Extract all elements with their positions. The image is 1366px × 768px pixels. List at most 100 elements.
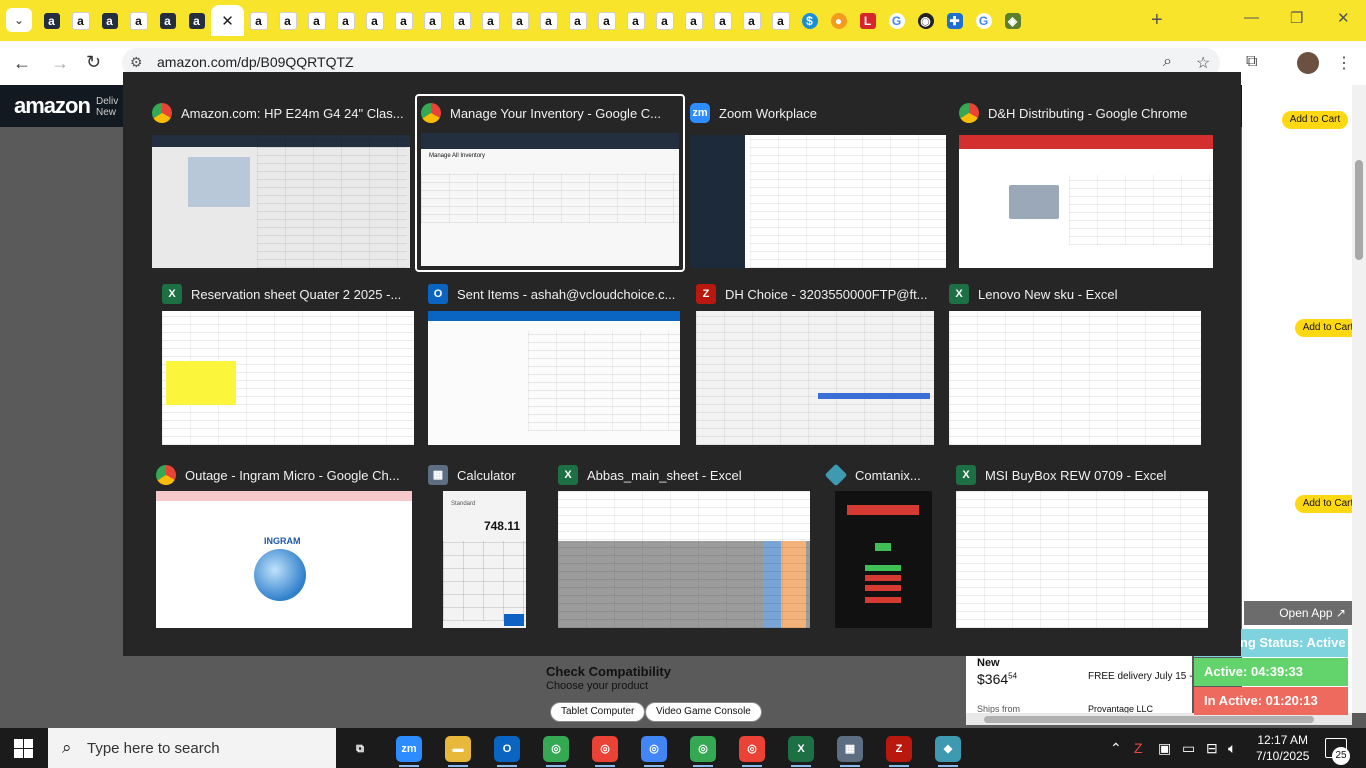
browser-tab[interactable]: $ bbox=[795, 5, 824, 36]
restore-icon[interactable]: ❐ bbox=[1290, 9, 1303, 27]
taskbar-file-explorer-icon[interactable]: ▬ bbox=[445, 736, 471, 762]
deliver-to[interactable]: Deliv New bbox=[96, 96, 118, 118]
site-info-icon[interactable]: ⚙ bbox=[130, 54, 143, 71]
switcher-window-manage-inventory[interactable]: Manage Your Inventory - Google C... Mana… bbox=[415, 94, 685, 272]
taskbar-chrome-3-icon[interactable]: ◎ bbox=[641, 736, 667, 762]
browser-tab[interactable]: a bbox=[302, 5, 331, 36]
offers-scroll-thumb[interactable] bbox=[984, 716, 1314, 723]
chip-tablet-computer[interactable]: Tablet Computer bbox=[550, 702, 646, 722]
extensions-icon[interactable]: ⧉ bbox=[1246, 53, 1257, 71]
browser-tab[interactable]: a bbox=[37, 5, 66, 36]
page-scroll-thumb[interactable] bbox=[1355, 160, 1363, 260]
active-browser-tab[interactable]: ✕ bbox=[211, 5, 244, 36]
browser-tab[interactable]: a bbox=[389, 5, 418, 36]
browser-tab[interactable]: a bbox=[124, 5, 153, 36]
system-clock[interactable]: 12:17 AM 7/10/2025 bbox=[1256, 732, 1309, 764]
notification-count: 25 bbox=[1332, 747, 1350, 765]
browser-tab[interactable]: a bbox=[66, 5, 95, 36]
switcher-window-dh-distributing[interactable]: D&H Distributing - Google Chrome bbox=[959, 102, 1213, 268]
browser-tab[interactable]: ● bbox=[824, 5, 853, 36]
browser-tab[interactable]: a bbox=[650, 5, 679, 36]
window-header: O Sent Items - ashah@vcloudchoice.c... bbox=[428, 283, 675, 305]
browser-tab[interactable]: ◈ bbox=[998, 5, 1027, 36]
browser-tab[interactable]: a bbox=[766, 5, 795, 36]
browser-tab[interactable]: a bbox=[273, 5, 302, 36]
tab-favicon-icon: L bbox=[859, 12, 876, 29]
browser-tab[interactable]: a bbox=[360, 5, 389, 36]
filezilla-tray-icon[interactable]: Z bbox=[1134, 740, 1143, 756]
taskbar-chrome-5-icon[interactable]: ◎ bbox=[739, 736, 765, 762]
browser-tab[interactable]: a bbox=[563, 5, 592, 36]
switcher-window-ingram-outage[interactable]: Outage - Ingram Micro - Google Ch... ING… bbox=[156, 464, 412, 628]
new-tab-button[interactable]: + bbox=[1151, 9, 1163, 32]
start-button[interactable] bbox=[14, 739, 33, 758]
url-text[interactable]: amazon.com/dp/B09QQRTQTZ bbox=[157, 54, 354, 70]
window-thumbnail bbox=[690, 135, 946, 268]
network-icon[interactable]: ⊟ bbox=[1206, 740, 1218, 757]
browser-tab[interactable]: a bbox=[95, 5, 124, 36]
switcher-window-amazon[interactable]: Amazon.com: HP E24m G4 24" Clas... bbox=[152, 102, 410, 268]
minimize-icon[interactable]: — bbox=[1244, 9, 1259, 26]
close-tab-icon[interactable]: ✕ bbox=[221, 12, 234, 30]
taskbar-search-placeholder[interactable]: Type here to search bbox=[87, 740, 220, 757]
chip-video-game-console[interactable]: Video Game Console bbox=[645, 702, 762, 722]
browser-tab[interactable]: L bbox=[853, 5, 882, 36]
browser-tab[interactable]: a bbox=[244, 5, 273, 36]
add-to-cart-button[interactable]: Add to Cart bbox=[1282, 111, 1348, 129]
browser-tab[interactable]: a bbox=[592, 5, 621, 36]
back-icon[interactable]: ← bbox=[13, 53, 31, 74]
browser-tab[interactable]: a bbox=[505, 5, 534, 36]
browser-tab[interactable]: a bbox=[737, 5, 766, 36]
browser-tab[interactable]: a bbox=[331, 5, 360, 36]
taskbar-calculator-icon[interactable]: ▦ bbox=[837, 736, 863, 762]
taskbar-chrome-4-icon[interactable]: ◎ bbox=[690, 736, 716, 762]
tab-search-button[interactable]: ⌄ bbox=[6, 8, 32, 32]
browser-tab[interactable]: a bbox=[534, 5, 563, 36]
close-window-icon[interactable]: ✕ bbox=[1337, 9, 1350, 27]
browser-tab[interactable]: a bbox=[447, 5, 476, 36]
taskbar-outlook-icon[interactable]: O bbox=[494, 736, 520, 762]
open-app-button[interactable]: Open App ↗ bbox=[1244, 601, 1352, 625]
switcher-window-comtanix[interactable]: Comtanix... bbox=[824, 463, 932, 628]
switcher-window-sent-items[interactable]: O Sent Items - ashah@vcloudchoice.c... bbox=[428, 283, 680, 445]
browser-tab[interactable]: ◉ bbox=[911, 5, 940, 36]
switcher-window-lenovo-sku[interactable]: X Lenovo New sku - Excel bbox=[949, 283, 1201, 445]
running-indicator bbox=[742, 765, 762, 767]
taskbar-task-view-icon[interactable]: ⧉ bbox=[347, 736, 373, 762]
show-hidden-icons[interactable]: ⌃ bbox=[1110, 740, 1122, 757]
switcher-window-msi-buybox[interactable]: X MSI BuyBox REW 0709 - Excel bbox=[956, 464, 1208, 628]
taskbar-zoom-icon[interactable]: zm bbox=[396, 736, 422, 762]
browser-tab[interactable]: a bbox=[621, 5, 650, 36]
browser-tab[interactable]: a bbox=[418, 5, 447, 36]
screen-tray-icon[interactable]: ▣ bbox=[1158, 740, 1171, 757]
taskbar-chrome-2-icon[interactable]: ◎ bbox=[592, 736, 618, 762]
tab-favicon-icon: a bbox=[568, 11, 587, 30]
browser-tab[interactable]: G bbox=[882, 5, 911, 36]
browser-tab[interactable]: a bbox=[476, 5, 505, 36]
switcher-window-calculator[interactable]: ▦ Calculator Standard 748.11 bbox=[428, 464, 526, 628]
forward-icon[interactable]: → bbox=[51, 53, 69, 74]
switcher-window-reservation-sheet[interactable]: X Reservation sheet Quater 2 2025 -... bbox=[162, 283, 414, 445]
browser-menu-icon[interactable]: ⋮ bbox=[1336, 53, 1352, 73]
calculator-icon: ▦ bbox=[428, 465, 448, 485]
browser-tab[interactable]: a bbox=[679, 5, 708, 36]
taskbar-excel-icon[interactable]: X bbox=[788, 736, 814, 762]
bookmark-star-icon[interactable]: ☆ bbox=[1196, 53, 1210, 73]
reload-icon[interactable]: ↻ bbox=[86, 52, 101, 73]
switcher-window-abbas-main-sheet[interactable]: X Abbas_main_sheet - Excel bbox=[558, 464, 810, 628]
taskbar-filezilla-icon[interactable]: Z bbox=[886, 736, 912, 762]
switcher-window-zoom[interactable]: zm Zoom Workplace bbox=[690, 102, 946, 268]
browser-tab[interactable]: a bbox=[182, 5, 211, 36]
taskbar-chrome-1-icon[interactable]: ◎ bbox=[543, 736, 569, 762]
amazon-logo[interactable]: amazon bbox=[14, 93, 91, 119]
browser-tab[interactable]: a bbox=[708, 5, 737, 36]
browser-tab[interactable]: ✚ bbox=[940, 5, 969, 36]
volume-icon[interactable]: 🔈︎ bbox=[1228, 740, 1236, 757]
switcher-window-dh-choice-ftp[interactable]: Z DH Choice - 3203550000FTP@ft... bbox=[696, 283, 934, 445]
battery-icon[interactable]: ▭ bbox=[1182, 740, 1195, 757]
browser-tab[interactable]: a bbox=[153, 5, 182, 36]
zoom-lens-icon[interactable]: ⌕ bbox=[1163, 53, 1172, 71]
profile-avatar[interactable] bbox=[1297, 52, 1319, 74]
browser-tab[interactable]: G bbox=[969, 5, 998, 36]
taskbar-comtanix-icon[interactable]: ◆ bbox=[935, 736, 961, 762]
